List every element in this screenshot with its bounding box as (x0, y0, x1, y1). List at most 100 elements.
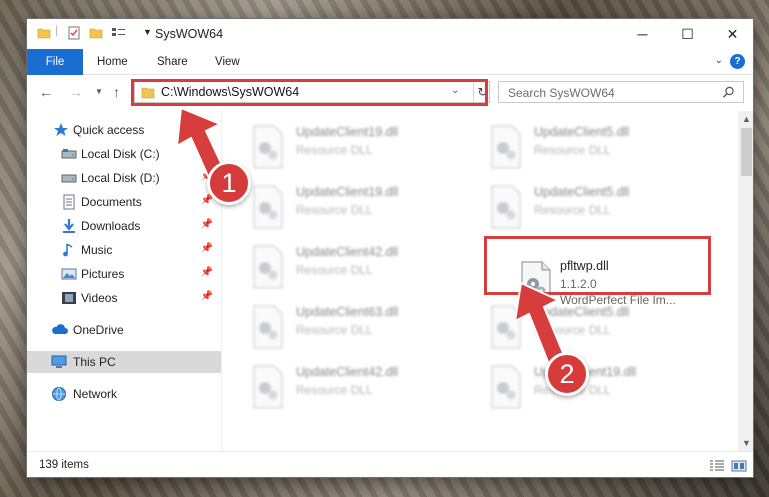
sidebar-item-music[interactable]: Music 📌 (27, 239, 221, 261)
forward-arrow-icon[interactable]: → (69, 84, 83, 100)
file-item[interactable]: UpdateClient63.dll Resource DLL (250, 301, 480, 353)
ribbon-tabs: File Home Share View ⌄ ? (27, 49, 753, 75)
tab-share[interactable]: Share (157, 56, 188, 68)
sidebar-item-label: Documents (81, 195, 142, 209)
file-description: Resource DLL (296, 263, 373, 277)
dll-file-icon (250, 125, 286, 169)
tab-home[interactable]: Home (97, 56, 128, 68)
title-bar: | ▼ SysWOW64 ─ ☐ ✕ (27, 19, 753, 49)
dll-file-icon (488, 305, 524, 349)
sidebar-item-label: Downloads (81, 219, 141, 233)
search-icon[interactable] (722, 86, 735, 102)
sidebar-item-quick-access[interactable]: Quick access (27, 119, 221, 141)
navigation-pane: Quick access Local Disk (C:) 📌 Local Dis… (27, 113, 221, 453)
pc-icon (51, 354, 67, 370)
sidebar-item-documents[interactable]: Documents 📌 (27, 191, 221, 213)
dll-file-icon (250, 305, 286, 349)
sidebar-item-label: Pictures (81, 267, 125, 281)
file-item[interactable]: UpdateClient5.dll Resource DLL (488, 121, 718, 173)
file-description: Resource DLL (534, 323, 611, 337)
step-1-badge: 1 (207, 161, 251, 205)
toolbar-separator: | (55, 23, 59, 37)
dll-file-icon (488, 125, 524, 169)
sidebar-item-label: Local Disk (D:) (81, 171, 160, 185)
scroll-up-icon[interactable]: ▲ (738, 111, 753, 127)
large-icons-view-icon[interactable] (731, 460, 747, 472)
search-box[interactable]: Search SysWOW64 (498, 81, 744, 103)
file-item[interactable]: UpdateClient19.dll Resource DLL (488, 361, 718, 413)
file-description: Resource DLL (534, 143, 611, 157)
pin-icon[interactable]: 📌 (201, 147, 213, 158)
file-description: Resource DLL (296, 203, 373, 217)
sidebar-item-this-pc[interactable]: This PC (27, 351, 221, 373)
file-name: UpdateClient5.dll (534, 305, 630, 319)
sidebar-item-label: Network (73, 387, 118, 401)
file-name: UpdateClient42.dll (296, 365, 399, 379)
file-item[interactable]: UpdateClient19.dll Resource DLL (250, 121, 480, 173)
file-item[interactable]: UpdateClient5.dll Resource DLL (488, 301, 718, 353)
dll-file-icon (250, 245, 286, 289)
file-item[interactable]: UpdateClient42.dll Resource DLL (250, 241, 480, 293)
sidebar-item-label: Local Disk (C:) (81, 147, 160, 161)
scroll-down-icon[interactable]: ▼ (738, 435, 753, 451)
pin-icon[interactable]: 📌 (201, 267, 213, 278)
file-name: UpdateClient63.dll (296, 305, 399, 319)
help-button[interactable]: ? (730, 54, 745, 69)
sidebar-item-pictures[interactable]: Pictures 📌 (27, 263, 221, 285)
music-icon (61, 242, 77, 258)
scroll-thumb[interactable] (741, 128, 752, 176)
maximize-button[interactable]: ☐ (665, 19, 710, 49)
pin-icon[interactable]: 📌 (201, 219, 213, 230)
sidebar-item-downloads[interactable]: Downloads 📌 (27, 215, 221, 237)
sidebar-item-label: OneDrive (73, 323, 124, 337)
sidebar-item-label: This PC (73, 355, 116, 369)
star-icon (53, 122, 69, 138)
sidebar-item-onedrive[interactable]: OneDrive (27, 319, 221, 341)
vertical-scrollbar[interactable]: ▲ ▼ (738, 111, 753, 451)
sidebar-item-local-disk-d[interactable]: Local Disk (D:) 📌 (27, 167, 221, 189)
tab-view[interactable]: View (215, 56, 240, 68)
dll-file-icon (250, 365, 286, 409)
search-input[interactable]: Search SysWOW64 (508, 86, 615, 100)
recent-locations-icon[interactable]: ▼ (95, 87, 103, 96)
videos-icon (61, 290, 77, 306)
details-view-icon[interactable] (709, 460, 725, 472)
file-name: UpdateClient19.dll (296, 185, 399, 199)
pictures-icon (61, 266, 77, 282)
status-bar: 139 items (27, 451, 753, 477)
close-button[interactable]: ✕ (710, 19, 753, 49)
sidebar-item-label: Videos (81, 291, 118, 305)
sidebar-item-label: Music (81, 243, 113, 257)
drive-icon (61, 170, 77, 186)
tab-file[interactable]: File (27, 49, 83, 75)
sidebar-item-local-disk-c[interactable]: Local Disk (C:) 📌 (27, 143, 221, 165)
file-item[interactable]: UpdateClient42.dll Resource DLL (250, 361, 480, 413)
pin-icon[interactable]: 📌 (201, 291, 213, 302)
customize-toolbar-icon[interactable] (111, 26, 129, 43)
file-item[interactable]: UpdateClient5.dll Resource DLL (488, 181, 718, 233)
sidebar-item-label: Quick access (73, 123, 145, 137)
item-count: 139 items (39, 459, 89, 471)
sidebar-item-videos[interactable]: Videos 📌 (27, 287, 221, 309)
file-highlight (484, 236, 711, 295)
dll-file-icon (488, 365, 524, 409)
up-arrow-icon[interactable]: ↑ (113, 84, 120, 100)
download-icon (61, 218, 77, 234)
minimize-button[interactable]: ─ (620, 19, 665, 49)
file-description: Resource DLL (296, 143, 373, 157)
expand-ribbon-icon[interactable]: ⌄ (715, 55, 723, 66)
sidebar-item-network[interactable]: Network (27, 383, 221, 405)
properties-icon[interactable] (67, 26, 81, 43)
file-description: Resource DLL (534, 203, 611, 217)
file-name: UpdateClient5.dll (534, 185, 630, 199)
chevron-down-icon[interactable]: ▼ (143, 27, 152, 37)
new-folder-icon[interactable] (89, 26, 103, 43)
documents-icon (61, 194, 77, 210)
file-name: UpdateClient5.dll (534, 125, 630, 139)
step-2-badge: 2 (545, 352, 589, 396)
drive-icon (61, 146, 77, 162)
file-item[interactable]: UpdateClient19.dll Resource DLL (250, 181, 480, 233)
back-arrow-icon[interactable]: ← (39, 84, 53, 100)
pin-icon[interactable]: 📌 (201, 243, 213, 254)
network-icon (51, 386, 67, 402)
